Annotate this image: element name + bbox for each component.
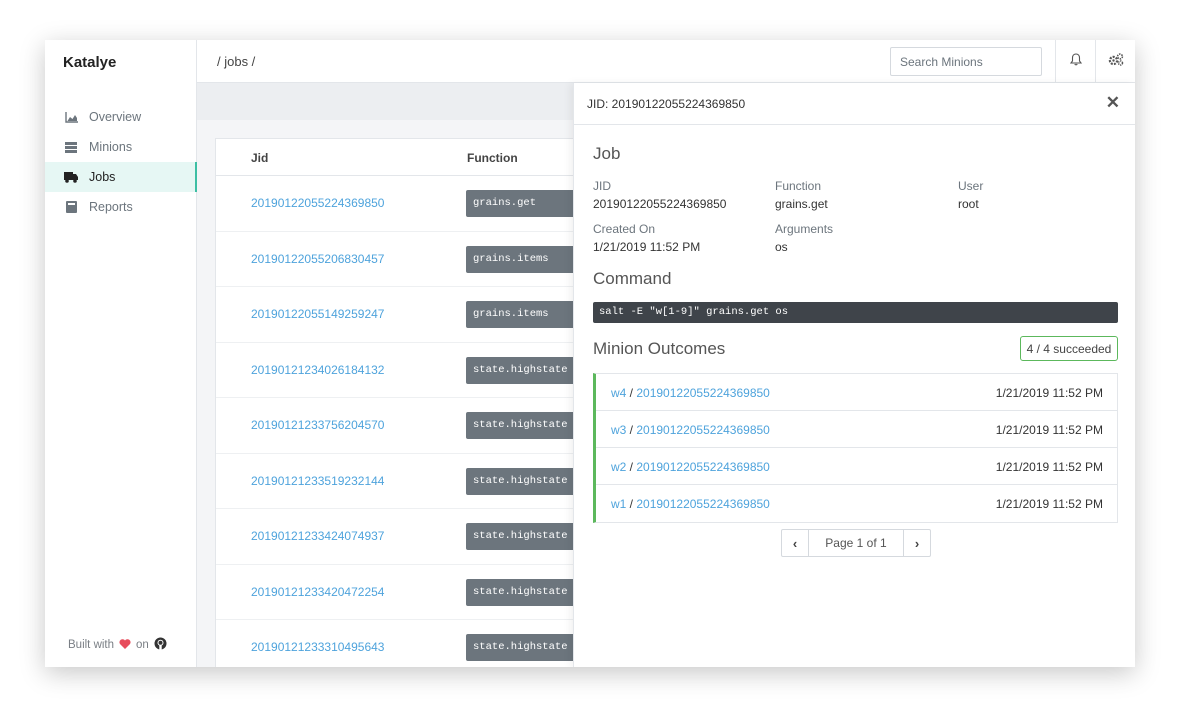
job-jid-link[interactable]: 20190121234026184132 (251, 363, 384, 377)
succeeded-badge: 4 / 4 succeeded (1020, 336, 1118, 361)
pagination: ‹ Page 1 of 1 › (781, 529, 931, 557)
outcome-link-group: w4 / 20190122055224369850 (611, 386, 770, 400)
separator: / (626, 497, 637, 511)
sidebar-item-label: Overview (89, 110, 142, 124)
bell-icon (1069, 52, 1082, 71)
jid-value: 20190122055224369850 (593, 197, 727, 211)
command-code: salt -E "w[1-9]" grains.get os (593, 302, 1118, 323)
page-header-band (197, 83, 573, 120)
job-jid-link[interactable]: 20190121233519232144 (251, 474, 384, 488)
jobs-table: Jid Function 20190122055224369850 grains… (215, 138, 615, 667)
next-page-button[interactable]: › (904, 530, 930, 556)
app-window: Katalye Overview Minions Jobs Reports Bu… (45, 40, 1135, 667)
separator: / (626, 386, 637, 400)
sidebar: Katalye Overview Minions Jobs Reports Bu… (45, 40, 197, 667)
outcome-link-group: w1 / 20190122055224369850 (611, 497, 770, 511)
server-icon (64, 141, 78, 153)
list-item[interactable]: w4 / 20190122055224369850 1/21/2019 11:5… (596, 374, 1117, 411)
outcome-jid-link[interactable]: 20190122055224369850 (636, 386, 769, 400)
panel-header: JID: 20190122055224369850 ✕ (574, 83, 1135, 125)
function-label: Function (775, 179, 822, 193)
outcome-jid-link[interactable]: 20190122055224369850 (636, 423, 769, 437)
job-jid-link[interactable]: 20190122055206830457 (251, 252, 384, 266)
jid-label: JID (593, 179, 611, 193)
settings-button[interactable] (1095, 40, 1135, 83)
sidebar-nav: Overview Minions Jobs Reports (45, 102, 197, 222)
outcome-time: 1/21/2019 11:52 PM (995, 497, 1103, 511)
job-jid-link[interactable]: 20190122055149259247 (251, 307, 384, 321)
minion-link[interactable]: w2 (611, 460, 626, 474)
outcome-time: 1/21/2019 11:52 PM (995, 460, 1103, 474)
minion-link[interactable]: w1 (611, 497, 626, 511)
sidebar-item-reports[interactable]: Reports (45, 192, 197, 222)
table-row[interactable]: 20190121233756204570 state.highstate (216, 398, 614, 454)
separator: / (626, 460, 637, 474)
user-label: User (958, 179, 984, 193)
chart-area-icon (64, 111, 78, 123)
table-row[interactable]: 20190121233310495643 state.highstate (216, 620, 614, 667)
outcome-jid-link[interactable]: 20190122055224369850 (636, 497, 769, 511)
separator: / (626, 423, 637, 437)
sidebar-item-label: Reports (89, 200, 133, 214)
close-icon[interactable]: ✕ (1106, 94, 1120, 111)
job-jid-link[interactable]: 20190121233756204570 (251, 418, 384, 432)
heart-icon (119, 638, 131, 652)
command-heading: Command (593, 269, 672, 288)
cogs-icon (1108, 52, 1124, 71)
top-bar: / jobs / (197, 40, 1135, 83)
outcome-jid-link[interactable]: 20190122055224369850 (636, 460, 769, 474)
search-input[interactable] (890, 47, 1042, 76)
minion-outcomes-heading: Minion Outcomes (593, 339, 726, 358)
table-row[interactable]: 20190122055224369850 grains.get (216, 176, 614, 232)
sidebar-item-overview[interactable]: Overview (45, 102, 197, 132)
outcome-time: 1/21/2019 11:52 PM (995, 423, 1103, 437)
job-jid-link[interactable]: 20190122055224369850 (251, 196, 384, 210)
column-header-jid[interactable]: Jid (251, 151, 268, 165)
breadcrumb[interactable]: / jobs / (217, 54, 255, 69)
list-item[interactable]: w3 / 20190122055224369850 1/21/2019 11:5… (596, 411, 1117, 448)
sidebar-item-label: Jobs (89, 170, 116, 184)
list-item[interactable]: w1 / 20190122055224369850 1/21/2019 11:5… (596, 485, 1117, 522)
outcome-link-group: w2 / 20190122055224369850 (611, 460, 770, 474)
job-detail-panel: JID: 20190122055224369850 ✕ Job JID 2019… (573, 83, 1135, 667)
sidebar-item-label: Minions (89, 140, 133, 154)
arguments-label: Arguments (775, 222, 834, 236)
function-value: grains.get (775, 197, 828, 211)
sidebar-item-jobs[interactable]: Jobs (45, 162, 197, 192)
book-icon (64, 201, 78, 213)
list-item[interactable]: w2 / 20190122055224369850 1/21/2019 11:5… (596, 448, 1117, 485)
sidebar-item-minions[interactable]: Minions (45, 132, 197, 162)
table-row[interactable]: 20190122055206830457 grains.items (216, 232, 614, 287)
panel-title: JID: 20190122055224369850 (587, 97, 746, 111)
job-jid-link[interactable]: 20190121233310495643 (251, 640, 384, 654)
github-icon[interactable] (154, 637, 167, 653)
table-header: Jid Function (216, 139, 614, 176)
outcome-link-group: w3 / 20190122055224369850 (611, 423, 770, 437)
outcome-time: 1/21/2019 11:52 PM (995, 386, 1103, 400)
footer-built-with: Built with (68, 639, 115, 651)
app-logo-title[interactable]: Katalye (63, 54, 116, 71)
sidebar-footer: Built with on (68, 637, 167, 653)
table-row[interactable]: 20190121233420472254 state.highstate (216, 565, 614, 620)
arguments-value: os (775, 240, 788, 254)
user-value: root (958, 197, 979, 211)
minion-link[interactable]: w3 (611, 423, 626, 437)
created-on-value: 1/21/2019 11:52 PM (593, 240, 701, 254)
created-on-label: Created On (593, 222, 656, 236)
table-row[interactable]: 20190121234026184132 state.highstate (216, 343, 614, 398)
table-row[interactable]: 20190121233424074937 state.highstate (216, 509, 614, 565)
truck-icon (64, 171, 78, 183)
minion-outcomes-list: w4 / 20190122055224369850 1/21/2019 11:5… (593, 373, 1118, 523)
page-info: Page 1 of 1 (808, 530, 904, 556)
minion-link[interactable]: w4 (611, 386, 626, 400)
notifications-button[interactable] (1055, 40, 1095, 83)
job-heading: Job (593, 144, 621, 163)
job-jid-link[interactable]: 20190121233424074937 (251, 529, 384, 543)
footer-on: on (136, 639, 149, 651)
prev-page-button[interactable]: ‹ (782, 530, 808, 556)
job-jid-link[interactable]: 20190121233420472254 (251, 585, 384, 599)
table-row[interactable]: 20190121233519232144 state.highstate (216, 454, 614, 509)
column-header-function[interactable]: Function (467, 151, 518, 165)
table-row[interactable]: 20190122055149259247 grains.items (216, 287, 614, 343)
